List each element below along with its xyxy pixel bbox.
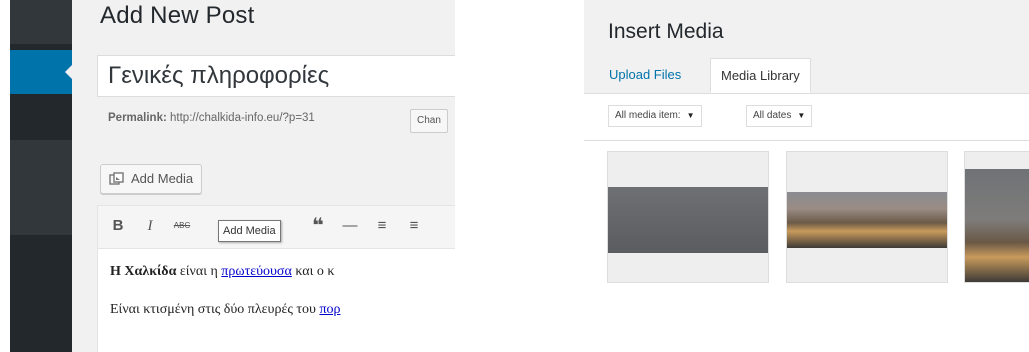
media-thumbnail[interactable]: [608, 152, 768, 282]
blockquote-button[interactable]: ❝: [306, 214, 330, 238]
content-link[interactable]: πορ: [319, 302, 340, 317]
dropdown-arrow-icon: ▼: [797, 111, 806, 120]
tab-upload-files[interactable]: Upload Files: [599, 58, 691, 93]
content-text: και ο κ: [291, 264, 335, 279]
admin-edge: [0, 0, 10, 352]
editor-toolbar: B I ABC ❝ — ≡ ≡ Add Media: [98, 206, 455, 249]
media-grid: [584, 141, 1029, 352]
sidebar-submenu[interactable]: [10, 140, 72, 235]
thumbnail-image: [965, 169, 1029, 282]
post-title-input[interactable]: Γενικές πληροφορίες: [97, 55, 455, 97]
tab-media-library[interactable]: Media Library: [710, 58, 811, 93]
dropdown-arrow-icon: ▼: [686, 111, 695, 120]
content-link[interactable]: πρωτεύουσα: [221, 264, 292, 279]
media-thumbnail[interactable]: [965, 152, 1029, 282]
media-icon: [109, 172, 125, 186]
horizontal-line-button[interactable]: —: [338, 214, 362, 238]
italic-button[interactable]: I: [138, 214, 162, 238]
add-media-tooltip: Add Media: [218, 220, 281, 242]
editor-content[interactable]: Η Χαλκίδα είναι η πρωτεύουσα και ο κ Είν…: [110, 264, 341, 340]
post-editor-panel: Add New Post Γενικές πληροφορίες Permali…: [0, 0, 455, 352]
permalink: Permalink: http://chalkida-info.eu/?p=31: [108, 112, 315, 124]
permalink-label: Permalink:: [108, 112, 167, 124]
align-left-button[interactable]: ≡: [370, 214, 394, 238]
content-text: είναι η: [176, 264, 222, 279]
media-filter-bar: All media item: ▼ All dates ▼: [584, 94, 1029, 141]
add-media-button[interactable]: Add Media: [100, 164, 203, 194]
content-text: Είναι κτισμένη στις δύο πλευρές του: [110, 302, 320, 317]
date-filter[interactable]: All dates ▼: [746, 105, 813, 127]
sidebar-item-posts[interactable]: [10, 50, 72, 94]
admin-sidebar: [10, 0, 73, 352]
sidebar-active-pointer: [65, 64, 73, 80]
modal-title: Insert Media: [608, 20, 724, 43]
thumbnail-image: [608, 187, 768, 253]
add-media-label: Add Media: [131, 171, 194, 186]
media-thumbnail[interactable]: [787, 152, 947, 282]
media-tabs: Upload Files Media Library: [584, 58, 1029, 94]
page-title: Add New Post: [100, 2, 255, 29]
strikethrough-button[interactable]: ABC: [170, 214, 194, 238]
post-content-editor[interactable]: B I ABC ❝ — ≡ ≡ Add Media Η Χαλκίδα είνα…: [97, 205, 455, 352]
content-paragraph-1: Η Χαλκίδα είναι η πρωτεύουσα και ο κ: [110, 264, 341, 280]
thumbnail-image: [787, 192, 947, 248]
media-type-filter[interactable]: All media item: ▼: [608, 105, 702, 127]
content-paragraph-2: Είναι κτισμένη στις δύο πλευρές του πορ: [110, 302, 341, 318]
align-center-button[interactable]: ≡: [402, 214, 426, 238]
media-type-filter-value: All media item:: [615, 110, 681, 121]
permalink-url[interactable]: http://chalkida-info.eu/?p=31: [170, 112, 315, 124]
change-permalink-button[interactable]: Chan: [410, 109, 448, 133]
bold-button[interactable]: B: [106, 214, 130, 238]
date-filter-value: All dates: [753, 110, 792, 121]
insert-media-panel: Insert Media Upload Files Media Library …: [563, 0, 1029, 352]
content-bold-text: Η Χαλκίδα: [110, 264, 177, 279]
sidebar-item-dashboard[interactable]: [10, 0, 72, 44]
